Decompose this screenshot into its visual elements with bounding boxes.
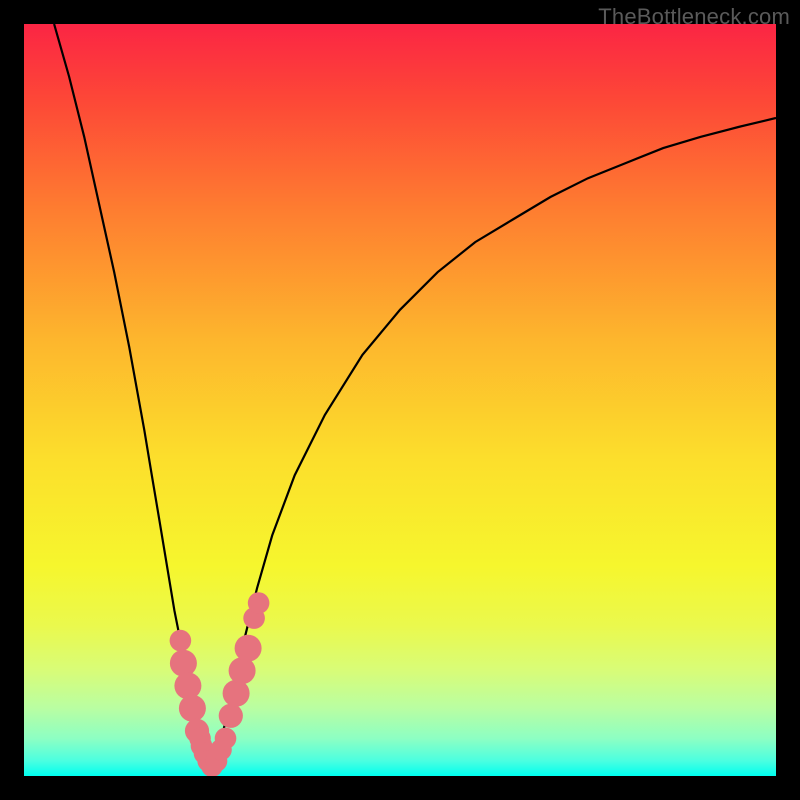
data-point <box>215 728 237 750</box>
data-point <box>174 672 201 699</box>
data-point <box>219 704 243 728</box>
data-markers <box>170 592 270 776</box>
data-point <box>170 630 192 652</box>
bottleneck-curve-plot <box>24 24 776 776</box>
data-point <box>170 650 197 677</box>
chart-frame <box>24 24 776 776</box>
curve-right <box>212 118 776 769</box>
data-point <box>223 680 250 707</box>
data-point <box>179 695 206 722</box>
watermark-text: TheBottleneck.com <box>598 4 790 30</box>
data-point <box>248 592 270 614</box>
data-point <box>235 635 262 662</box>
